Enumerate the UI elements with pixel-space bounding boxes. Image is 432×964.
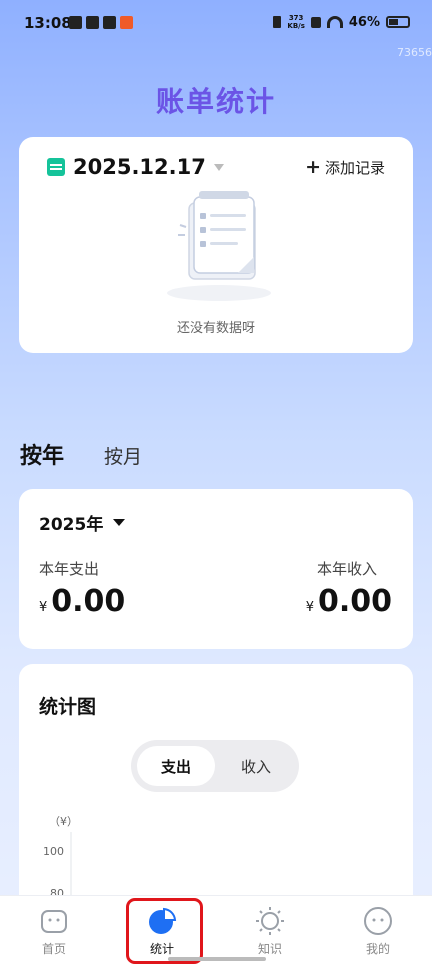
- empty-state-text: 还没有数据呀: [176, 321, 255, 336]
- vibrate-icon: [273, 16, 282, 28]
- income-label: 本年收入: [316, 560, 377, 578]
- record-card: 2025.12.17 + 添加记录 还没有数据呀: [19, 137, 413, 353]
- notification-icons: [69, 16, 133, 29]
- nav-knowledge[interactable]: 知识: [216, 896, 324, 964]
- battery-percent: 46%: [348, 14, 380, 30]
- caret-down-icon: [213, 163, 224, 171]
- expense-amount: ¥ 0.00: [39, 584, 125, 619]
- wifi-icon: [326, 16, 343, 28]
- expense-label: 本年支出: [39, 560, 100, 578]
- year-selector[interactable]: 2025年: [39, 510, 126, 535]
- highlight-box: [126, 898, 203, 964]
- date-text: 2025.12.17: [73, 155, 206, 179]
- caret-down-icon: [113, 519, 126, 526]
- home-indicator: [168, 957, 266, 961]
- empty-document-icon: [167, 191, 271, 301]
- currency-symbol: ¥: [305, 600, 314, 615]
- calendar-icon: [47, 158, 65, 176]
- tab-by-year[interactable]: 按年: [20, 438, 64, 470]
- period-tabs: 按年 按月: [20, 438, 142, 470]
- status-indicators: 373 KB/s 46%: [273, 14, 410, 30]
- expense-value: 0.00: [51, 584, 126, 619]
- app-notification-icon: [86, 16, 99, 29]
- app-notification-icon: [69, 16, 82, 29]
- status-bar: 13:08 373 KB/s 46%: [0, 0, 432, 44]
- chart-title: 统计图: [39, 696, 97, 718]
- plus-icon: +: [305, 156, 321, 178]
- sun-icon: [256, 907, 284, 935]
- toggle-expense[interactable]: 支出: [137, 746, 215, 786]
- nav-home[interactable]: 首页: [0, 896, 108, 964]
- bottom-nav: 首页 统计 知识 我的: [0, 895, 432, 964]
- year-label: 2025年: [39, 515, 104, 535]
- add-record-label: 添加记录: [324, 159, 385, 177]
- sim-icon: [310, 16, 321, 28]
- watermark: 73656: [397, 46, 432, 59]
- home-face-icon: [41, 910, 67, 933]
- date-picker[interactable]: 2025.12.17: [47, 155, 224, 179]
- network-speed: 373 KB/s: [287, 14, 305, 30]
- add-record-button[interactable]: + 添加记录: [305, 157, 385, 178]
- app-notification-icon: [103, 16, 116, 29]
- y-tick-label: 100: [43, 845, 64, 858]
- status-time: 13:08: [24, 14, 72, 32]
- page-title: 账单统计: [155, 85, 276, 118]
- tab-by-month[interactable]: 按月: [104, 442, 142, 469]
- currency-symbol: ¥: [39, 600, 48, 615]
- income-amount: ¥ 0.00: [306, 584, 392, 619]
- battery-icon: [386, 16, 410, 28]
- expense-income-toggle: 支出 收入: [131, 740, 299, 792]
- toggle-income[interactable]: 收入: [217, 746, 295, 786]
- app-notification-icon: [120, 16, 133, 29]
- summary-card: 2025年 本年支出 本年收入 ¥ 0.00 ¥ 0.00: [19, 489, 413, 649]
- nav-mine[interactable]: 我的: [324, 896, 432, 964]
- income-value: 0.00: [317, 584, 392, 619]
- y-axis-unit: （¥）: [49, 815, 78, 828]
- profile-face-icon: [364, 907, 392, 935]
